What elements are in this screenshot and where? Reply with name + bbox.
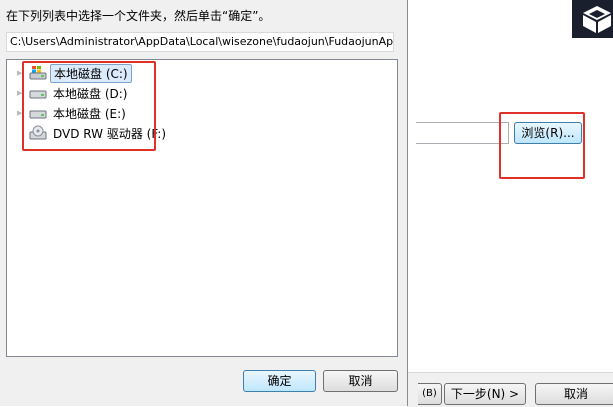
- annotation-box-drives: [22, 61, 156, 151]
- app-logo: [572, 0, 613, 38]
- annotation-box-browse: [499, 112, 585, 179]
- wizard-button-bar: (B) 下一步(N) > 取消: [408, 372, 613, 407]
- install-path-field[interactable]: [416, 122, 509, 144]
- back-button[interactable]: (B): [418, 383, 442, 405]
- next-button[interactable]: 下一步(N) >: [444, 383, 526, 405]
- dialog-cancel-button[interactable]: 取消: [323, 370, 398, 392]
- folder-path-field[interactable]: C:\Users\Administrator\AppData\Local\wis…: [6, 32, 394, 52]
- instruction-text: 在下列列表中选择一个文件夹，然后单击“确定”。: [6, 9, 271, 23]
- wizard-cancel-button[interactable]: 取消: [535, 383, 613, 405]
- cube-logo-icon: [583, 6, 611, 33]
- ok-button[interactable]: 确定: [243, 370, 316, 392]
- installer-wizard-window: 浏览(R)... (B) 下一步(N) > 取消: [408, 0, 613, 407]
